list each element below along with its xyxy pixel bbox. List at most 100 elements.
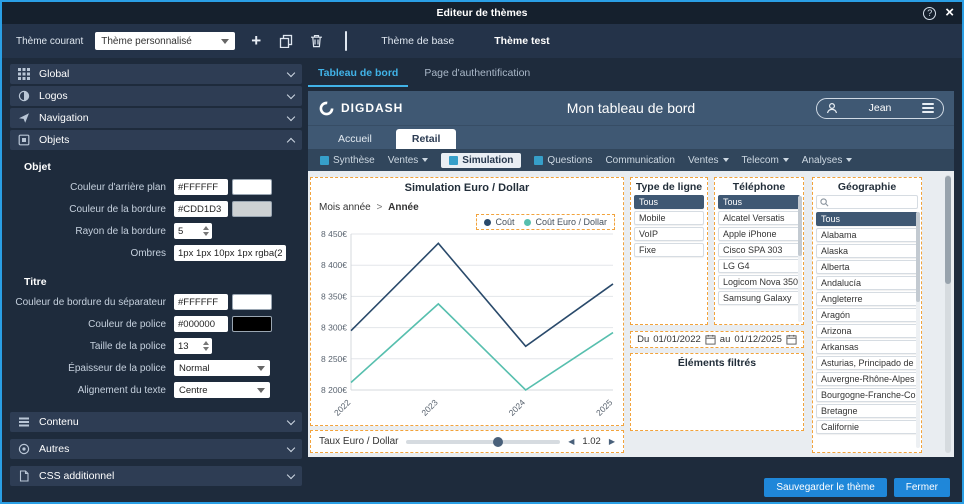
sidebar-item-logos[interactable]: Logos (10, 86, 302, 106)
rate-slider-panel[interactable]: Taux Euro / Dollar ◀ 1.02 ▶ (310, 430, 624, 453)
date-to-value[interactable]: 01/12/2025 (734, 334, 782, 345)
close-icon[interactable]: × (945, 6, 954, 20)
duplicate-theme-button[interactable] (277, 32, 295, 50)
font-weight-select[interactable]: Normal (174, 360, 270, 376)
font-size-spinner[interactable]: 13 (174, 338, 212, 354)
filter-item[interactable]: VoIP (634, 227, 704, 241)
shadow-input[interactable] (174, 245, 286, 261)
base-theme-button[interactable]: Thème de base (367, 31, 468, 51)
nav-tab-accueil[interactable]: Accueil (322, 129, 388, 149)
border-color-swatch[interactable] (232, 201, 272, 217)
subnav-questions[interactable]: Questions (534, 155, 592, 166)
border-radius-spinner[interactable]: 5 (174, 223, 212, 239)
line-type-filter-panel[interactable]: Type de ligne Tous Mobile VoIP Fixe (630, 177, 708, 325)
subnav-analyses[interactable]: Analyses (802, 155, 853, 166)
date-range-filter[interactable]: Du 01/01/2022 au 01/12/2025 (630, 331, 804, 348)
spinner-arrows-icon[interactable] (203, 226, 212, 236)
filter-item[interactable]: Aragón (816, 308, 918, 322)
test-theme-button[interactable]: Thème test (480, 31, 563, 51)
subnav-telecom[interactable]: Telecom (742, 155, 789, 166)
filter-item[interactable]: Mobile (634, 211, 704, 225)
legend-item-cost[interactable]: Coût (484, 217, 514, 227)
scrollbar[interactable] (945, 175, 951, 453)
border-color-input[interactable] (174, 201, 228, 217)
spinner-arrows-icon[interactable] (203, 341, 212, 351)
breadcrumb[interactable]: Mois année > Année (319, 202, 419, 213)
close-button[interactable]: Fermer (894, 478, 950, 497)
slider-next-icon[interactable]: ▶ (609, 437, 615, 446)
filter-item[interactable]: Auvergne-Rhône-Alpes (816, 372, 918, 386)
user-menu[interactable]: Jean (816, 98, 944, 119)
sidebar-item-contenu[interactable]: Contenu (10, 412, 302, 432)
filter-item[interactable]: Logicom Nova 350 (718, 275, 800, 289)
chevron-down-icon (422, 158, 428, 162)
separator-border-color-input[interactable] (174, 294, 228, 310)
geography-search-input[interactable] (832, 197, 912, 207)
chart-panel[interactable]: Simulation Euro / Dollar Mois année > An… (310, 177, 624, 426)
filter-item[interactable]: Californie (816, 420, 918, 434)
sidebar-item-global[interactable]: Global (10, 64, 302, 84)
theme-select[interactable]: Thème personnalisé (95, 32, 235, 50)
background-color-swatch[interactable] (232, 179, 272, 195)
slider-handle[interactable] (493, 437, 503, 447)
slider-prev-icon[interactable]: ◀ (568, 437, 574, 446)
filter-item[interactable]: Alberta (816, 260, 918, 274)
scrollbar[interactable] (798, 196, 802, 322)
font-color-swatch[interactable] (232, 316, 272, 332)
filter-item[interactable]: Fixe (634, 243, 704, 257)
nav-tab-retail[interactable]: Retail (396, 129, 457, 149)
sidebar-item-objets[interactable]: Objets (10, 130, 302, 150)
help-icon[interactable]: ? (923, 7, 936, 20)
subnav-ventes-1[interactable]: Ventes (388, 155, 429, 166)
save-theme-button[interactable]: Sauvegarder le thème (764, 478, 886, 497)
background-color-input[interactable] (174, 179, 228, 195)
text-align-select[interactable]: Centre (174, 382, 270, 398)
filter-item[interactable]: Tous (816, 212, 918, 226)
slider-track[interactable] (406, 440, 560, 444)
filter-item[interactable]: Asturias, Principado de (816, 356, 918, 370)
filter-item[interactable]: Cisco SPA 303 (718, 243, 800, 257)
filter-item[interactable]: Bretagne (816, 404, 918, 418)
filter-item[interactable]: Samsung Galaxy (718, 291, 800, 305)
filter-item[interactable]: Angleterre (816, 292, 918, 306)
filter-item[interactable]: Arizona (816, 324, 918, 338)
filter-item[interactable]: Andalucía (816, 276, 918, 290)
tab-page-authentification[interactable]: Page d'authentification (414, 62, 540, 87)
filter-item[interactable]: Alaska (816, 244, 918, 258)
filter-item[interactable]: Arkansas (816, 340, 918, 354)
scrollbar[interactable] (916, 212, 920, 448)
sidebar-item-navigation[interactable]: Navigation (10, 108, 302, 128)
add-theme-button[interactable]: + (247, 32, 265, 50)
filter-item[interactable]: LG G4 (718, 259, 800, 273)
geography-search[interactable] (816, 195, 918, 209)
subnav-synthese[interactable]: Synthèse (320, 155, 375, 166)
font-color-input[interactable] (174, 316, 228, 332)
hamburger-menu-icon[interactable] (922, 103, 934, 113)
separator-border-color-swatch[interactable] (232, 294, 272, 310)
filter-item[interactable]: Apple iPhone (718, 227, 800, 241)
tab-tableau-de-bord[interactable]: Tableau de bord (308, 62, 408, 87)
filter-item[interactable]: Tous (718, 195, 800, 209)
sidebar-item-autres[interactable]: Autres (10, 439, 302, 459)
subnav-simulation[interactable]: Simulation (441, 153, 521, 168)
delete-theme-button[interactable] (307, 32, 325, 50)
subnav-communication[interactable]: Communication (605, 155, 674, 166)
filter-item[interactable]: Alabama (816, 228, 918, 242)
legend-item-rate[interactable]: Coût Euro / Dollar (524, 217, 607, 227)
filter-item[interactable]: Tous (634, 195, 704, 209)
phone-filter-panel[interactable]: Téléphone Tous Alcatel Versatis Apple iP… (714, 177, 804, 325)
scrollbar-thumb[interactable] (945, 176, 951, 284)
breadcrumb-level-2[interactable]: Année (388, 202, 419, 213)
breadcrumb-level-1[interactable]: Mois année (319, 202, 371, 213)
sidebar-item-css-additionnel[interactable]: CSS additionnel (10, 466, 302, 486)
filtered-elements-panel[interactable]: Éléments filtrés (630, 353, 804, 431)
subnav-ventes-2[interactable]: Ventes (688, 155, 729, 166)
calendar-icon[interactable] (705, 334, 716, 345)
scrollbar-thumb[interactable] (798, 196, 802, 256)
calendar-icon[interactable] (786, 334, 797, 345)
filter-item[interactable]: Alcatel Versatis (718, 211, 800, 225)
scrollbar-thumb[interactable] (916, 212, 920, 302)
geography-filter-panel[interactable]: Géographie Tous Alabama Alaska Alberta A… (812, 177, 922, 453)
filter-item[interactable]: Bourgogne-Franche-Comté (816, 388, 918, 402)
date-from-value[interactable]: 01/01/2022 (653, 334, 701, 345)
